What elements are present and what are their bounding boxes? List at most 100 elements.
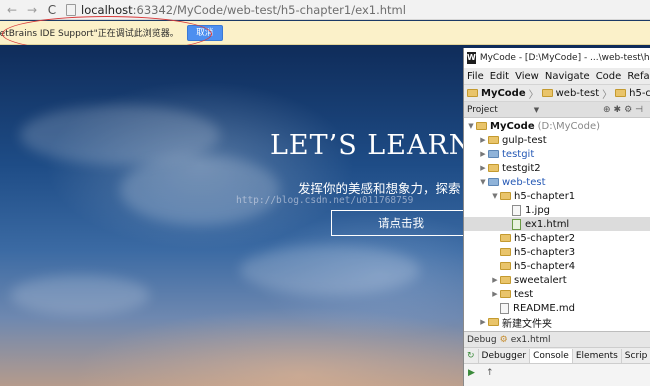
folder-icon: [488, 164, 499, 172]
tree-item-label: ex1.html: [525, 218, 570, 230]
ide-breadcrumb: MyCode〉 web-test〉 h5-chapter1: [464, 84, 650, 102]
cloud: [120, 155, 280, 225]
watermark: http://blog.csdn.net/u011768759: [236, 195, 414, 206]
tree-item[interactable]: ▶ testgit: [464, 147, 650, 161]
file-icon: [512, 204, 521, 216]
chevron-down-icon[interactable]: ▼: [534, 106, 539, 114]
tree-item-label: h5-chapter3: [514, 246, 576, 258]
tree-item[interactable]: ▼ h5-chapter1: [464, 189, 650, 203]
cloud: [10, 275, 150, 315]
rerun-icon[interactable]: ↻: [464, 348, 479, 363]
folder-icon: [476, 122, 487, 130]
tree-item-label: 1.jpg: [525, 204, 551, 216]
tree-item-label: web-test: [502, 176, 546, 188]
debug-tabs: ↻ Debugger Console Elements Scrip: [464, 347, 650, 363]
folder-icon: [615, 89, 627, 97]
folder-icon: [500, 192, 511, 200]
tree-item[interactable]: README.md: [464, 301, 650, 315]
tree-item-label: sweetalert: [514, 274, 567, 286]
tab-debugger[interactable]: Debugger: [479, 348, 531, 363]
folder-icon: [500, 234, 511, 242]
tree-item-label: h5-chapter2: [514, 232, 576, 244]
debug-infobar: JetBrains IDE Support"正在调试此浏览器。 取消: [0, 21, 650, 45]
menu-file[interactable]: File: [467, 71, 484, 82]
console-panel: ▶ ↑: [464, 363, 650, 386]
chevron-right-icon[interactable]: ▶: [478, 318, 488, 326]
tree-item[interactable]: ▼ MyCode (D:\MyCode): [464, 119, 650, 133]
cancel-debug-button[interactable]: 取消: [186, 24, 223, 41]
debug-header: Debug ⚙ ex1.html: [464, 331, 650, 347]
folder-icon: [500, 276, 511, 284]
breadcrumb-web-test[interactable]: web-test 〉: [541, 86, 616, 101]
forward-button[interactable]: →: [24, 2, 40, 18]
tab-console[interactable]: Console: [530, 348, 573, 363]
tree-item-label: gulp-test: [502, 134, 547, 146]
tree-item[interactable]: ▶ 新建文件夹: [464, 315, 650, 330]
resume-icon[interactable]: ▶: [468, 368, 482, 382]
tree-item[interactable]: ▶ testgit2: [464, 161, 650, 175]
menu-edit[interactable]: Edit: [490, 71, 509, 82]
file-icon: [500, 302, 509, 314]
ide-window-title: MyCode - [D:\MyCode] - ...\web-test\h5-c…: [479, 53, 650, 63]
tree-item-label: test: [514, 288, 534, 300]
ide-window: W MyCode - [D:\MyCode] - ...\web-test\h5…: [463, 48, 650, 386]
tree-item-path: (D:\MyCode): [537, 120, 601, 132]
project-tree: ▼ MyCode (D:\MyCode) ▶ gulp-test ▶ testgit ▶ tes…: [464, 119, 650, 331]
ide-titlebar: W MyCode - [D:\MyCode] - ...\web-test\h5…: [464, 48, 650, 68]
tree-item[interactable]: ▶ test: [464, 287, 650, 301]
chevron-right-icon[interactable]: ▶: [490, 290, 500, 298]
project-tools-icons[interactable]: ⊕✱⚙⊣: [603, 105, 646, 115]
debug-config-icon: ⚙: [499, 334, 508, 345]
page-icon: [66, 3, 76, 16]
folder-icon: [488, 178, 499, 186]
debug-config-name[interactable]: ex1.html: [511, 335, 551, 345]
menu-navigate[interactable]: Navigate: [545, 71, 590, 82]
chevron-right-icon[interactable]: ▶: [478, 164, 488, 172]
project-view-selector[interactable]: Project: [467, 105, 498, 115]
breadcrumb-mycode[interactable]: MyCode 〉: [467, 86, 542, 101]
menu-refactor[interactable]: Refactor: [627, 71, 650, 82]
chevron-down-icon[interactable]: ▼: [490, 192, 500, 200]
chevron-right-icon[interactable]: ▶: [478, 150, 488, 158]
project-toolbar: Project ▼ ⊕✱⚙⊣: [464, 102, 650, 118]
chevron-down-icon[interactable]: ▼: [466, 122, 476, 130]
infobar-message: JetBrains IDE Support"正在调试此浏览器。: [0, 29, 179, 39]
chevron-down-icon[interactable]: ▼: [478, 178, 488, 186]
tree-item[interactable]: h5-chapter4: [464, 259, 650, 273]
menu-code[interactable]: Code: [596, 71, 622, 82]
click-me-button[interactable]: 请点击我: [331, 210, 471, 236]
html-file-icon: [512, 218, 521, 230]
tab-scripts[interactable]: Scrip: [622, 349, 650, 363]
ide-menubar: File Edit View Navigate Code Refactor: [464, 68, 650, 84]
breadcrumb-h5-chapter1[interactable]: h5-chapter1: [615, 88, 650, 99]
tree-item[interactable]: ▶ sweetalert: [464, 273, 650, 287]
tree-item-label: h5-chapter4: [514, 260, 576, 272]
folder-icon: [500, 290, 511, 298]
folder-icon: [467, 89, 478, 97]
cloud: [240, 245, 420, 295]
step-up-icon[interactable]: ↑: [486, 368, 500, 382]
tree-item[interactable]: h5-chapter2: [464, 231, 650, 245]
tree-item-label: MyCode: [490, 120, 535, 132]
folder-icon: [500, 262, 511, 270]
tree-item[interactable]: ▼ web-test: [464, 175, 650, 189]
back-button[interactable]: ←: [4, 2, 20, 18]
folder-icon: [488, 318, 499, 326]
tree-item-label: h5-chapter1: [514, 190, 576, 202]
folder-icon: [541, 89, 553, 97]
url-host: localhost: [81, 2, 133, 17]
folder-icon: [488, 150, 499, 158]
debug-label: Debug: [467, 334, 497, 345]
webstorm-logo-icon: W: [467, 52, 476, 64]
tree-item[interactable]: h5-chapter3: [464, 245, 650, 259]
tree-item[interactable]: ex1.html: [464, 217, 650, 231]
menu-view[interactable]: View: [515, 71, 539, 82]
tree-item[interactable]: ▶ gulp-test: [464, 133, 650, 147]
reload-button[interactable]: C: [44, 2, 60, 18]
tab-elements[interactable]: Elements: [573, 348, 622, 363]
chevron-right-icon[interactable]: ▶: [478, 136, 488, 144]
tree-item[interactable]: 1.jpg: [464, 203, 650, 217]
chevron-right-icon[interactable]: ▶: [490, 276, 500, 284]
address-bar[interactable]: localhost :63342/MyCode/web-test/h5-chap…: [66, 2, 406, 18]
folder-icon: [500, 248, 511, 256]
